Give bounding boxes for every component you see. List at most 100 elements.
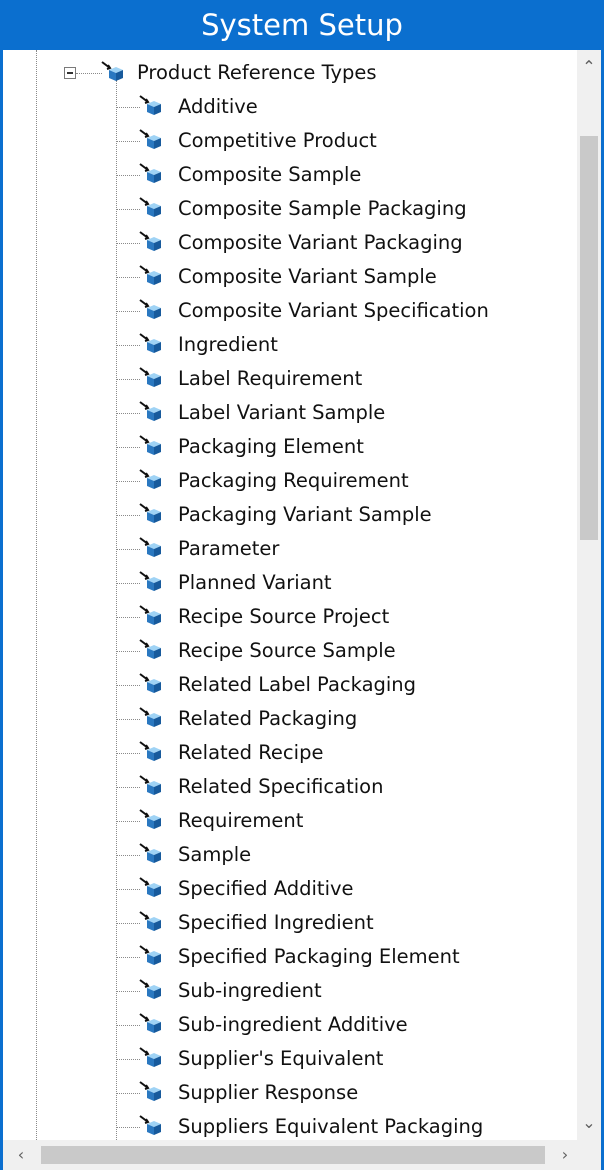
reference-type-icon <box>139 536 163 560</box>
chevron-down-icon[interactable]: ⌄ <box>577 1106 601 1140</box>
chevron-right-icon[interactable]: › <box>551 1140 579 1170</box>
reference-type-icon <box>139 1114 163 1138</box>
tree-node-label: Supplier's Equivalent <box>178 1047 384 1070</box>
tree-node[interactable]: Packaging Requirement <box>3 464 577 498</box>
tree-node-label: Requirement <box>178 809 304 832</box>
tree-node-label: Specified Packaging Element <box>178 945 460 968</box>
reference-type-icon <box>139 740 163 764</box>
tree-node-label: Sub-ingredient <box>178 979 322 1002</box>
tree-node[interactable]: Composite Sample Packaging <box>3 192 577 226</box>
reference-type-icon <box>139 128 163 152</box>
tree-node[interactable]: Supplier's Equivalent <box>3 1042 577 1076</box>
tree-connector <box>116 345 140 346</box>
tree-node-label: Sub-ingredient Additive <box>178 1013 408 1036</box>
tree-node[interactable]: Recipe Source Project <box>3 600 577 634</box>
collapse-icon[interactable] <box>64 67 76 79</box>
tree-connector <box>116 1059 140 1060</box>
tree-connector <box>116 447 140 448</box>
tree-node-label: Specified Additive <box>178 877 354 900</box>
tree-connector <box>116 855 140 856</box>
tree-node[interactable]: Sub-ingredient Additive <box>3 1008 577 1042</box>
tree-node[interactable]: Additive <box>3 90 577 124</box>
reference-type-icon <box>139 978 163 1002</box>
reference-type-icon <box>101 60 125 84</box>
reference-type-icon <box>139 876 163 900</box>
tree-connector <box>116 957 140 958</box>
chevron-left-icon[interactable]: ‹ <box>7 1140 35 1170</box>
tree-node[interactable]: Composite Variant Specification <box>3 294 577 328</box>
tree-node-label: Related Specification <box>178 775 384 798</box>
tree-node[interactable]: Packaging Element <box>3 430 577 464</box>
tree-connector <box>116 719 140 720</box>
tree-node[interactable]: Label Requirement <box>3 362 577 396</box>
tree-connector <box>116 243 140 244</box>
tree-node-label: Label Requirement <box>178 367 363 390</box>
tree-node[interactable]: Sub-ingredient <box>3 974 577 1008</box>
tree-node-label: Specified Ingredient <box>178 911 374 934</box>
tree-node-label: Related Label Packaging <box>178 673 417 696</box>
tree-node-label: Recipe Source Sample <box>178 639 396 662</box>
reference-type-icon <box>139 400 163 424</box>
tree-node[interactable]: Related Label Packaging <box>3 668 577 702</box>
tree-node[interactable]: Supplier Response <box>3 1076 577 1110</box>
reference-type-icon <box>139 264 163 288</box>
tree-node[interactable]: Planned Variant <box>3 566 577 600</box>
tree-node[interactable]: Specified Additive <box>3 872 577 906</box>
reference-type-icon <box>139 910 163 934</box>
tree-node[interactable]: Composite Sample <box>3 158 577 192</box>
reference-type-icon <box>139 604 163 628</box>
tree-node[interactable]: Packaging Variant Sample <box>3 498 577 532</box>
tree-node[interactable]: Ingredient <box>3 328 577 362</box>
tree-node[interactable]: Competitive Product <box>3 124 577 158</box>
tree-node[interactable]: Label Variant Sample <box>3 396 577 430</box>
tree-node[interactable]: Related Specification <box>3 770 577 804</box>
tree-connector <box>116 175 140 176</box>
tree-node[interactable]: Composite Variant Sample <box>3 260 577 294</box>
tree-node-product-reference-types[interactable]: Product Reference Types <box>3 56 577 90</box>
reference-type-icon <box>139 672 163 696</box>
window-title: System Setup <box>0 0 604 50</box>
setup-tree-view[interactable]: Product Reference Types Additive Competit… <box>3 50 577 1140</box>
tree-node[interactable]: Specified Packaging Element <box>3 940 577 974</box>
tree-node[interactable]: Requirement <box>3 804 577 838</box>
tree-node-label: Ingredient <box>178 333 278 356</box>
tree-node-label: Composite Sample Packaging <box>178 197 467 220</box>
tree-node[interactable]: Suppliers Equivalent Packaging <box>3 1110 577 1140</box>
tree-node[interactable]: Related Recipe <box>3 736 577 770</box>
tree-node-label: Composite Variant Sample <box>178 265 437 288</box>
tree-node-label: Packaging Requirement <box>178 469 409 492</box>
tree-node[interactable]: Recipe Source Sample <box>3 634 577 668</box>
tree-node[interactable]: Composite Variant Packaging <box>3 226 577 260</box>
tree-node-label: Related Packaging <box>178 707 358 730</box>
reference-type-icon <box>139 1046 163 1070</box>
tree-node[interactable]: Specified Ingredient <box>3 906 577 940</box>
reference-type-icon <box>139 1080 163 1104</box>
system-setup-window: System Setup Product Reference Types Add… <box>0 0 604 1170</box>
tree-node-label: Composite Sample <box>178 163 362 186</box>
tree-connector <box>116 515 140 516</box>
chevron-up-icon[interactable]: ⌃ <box>577 50 601 84</box>
horizontal-scroll-thumb[interactable] <box>41 1146 545 1164</box>
tree-connector <box>116 753 140 754</box>
tree-connector <box>116 379 140 380</box>
tree-connector <box>116 991 140 992</box>
reference-type-icon <box>139 434 163 458</box>
tree-connector <box>116 209 140 210</box>
tree-node[interactable]: Parameter <box>3 532 577 566</box>
tree-connector <box>116 107 140 108</box>
tree-connector <box>116 1025 140 1026</box>
tree-node[interactable]: Related Packaging <box>3 702 577 736</box>
reference-type-icon <box>139 162 163 186</box>
tree-node-label: Packaging Variant Sample <box>178 503 432 526</box>
vertical-scrollbar[interactable]: ⌃ ⌄ <box>577 50 601 1140</box>
vertical-scroll-thumb[interactable] <box>580 136 598 540</box>
horizontal-scrollbar[interactable]: ‹ › <box>3 1140 601 1170</box>
reference-type-icon <box>139 298 163 322</box>
reference-type-icon <box>139 944 163 968</box>
tree-connector <box>116 685 140 686</box>
reference-type-icon <box>139 94 163 118</box>
tree-node[interactable]: Sample <box>3 838 577 872</box>
tree-connector <box>116 821 140 822</box>
reference-type-icon <box>139 230 163 254</box>
reference-type-icon <box>139 196 163 220</box>
